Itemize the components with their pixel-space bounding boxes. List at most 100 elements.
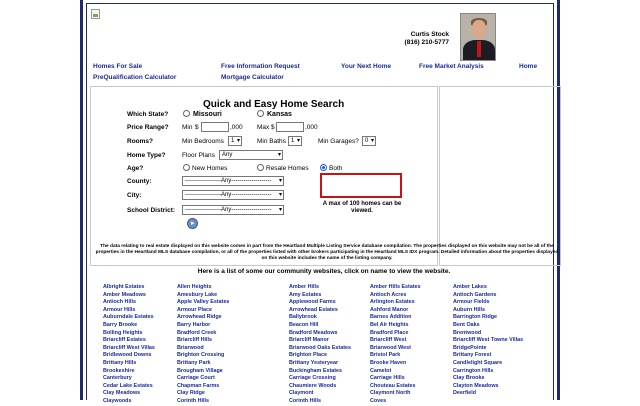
community-link[interactable]: Clay Meadows [103, 390, 155, 398]
community-link[interactable]: Cedar Lake Estates [103, 383, 155, 391]
county-select[interactable]: ------------------Any-------------------… [182, 176, 284, 186]
community-link[interactable]: Barnes Addition [370, 314, 421, 322]
nav-home[interactable]: Home [519, 63, 537, 70]
community-link[interactable]: Chaumiere Woods [289, 383, 351, 391]
min-bedrooms-select[interactable]: 1 [228, 136, 242, 146]
community-link[interactable]: Brittany Hills [103, 360, 155, 368]
community-link[interactable]: Briarwood [177, 345, 229, 353]
community-link[interactable]: Ballybrook [289, 314, 351, 322]
community-link[interactable]: Armour Fields [453, 299, 523, 307]
community-link[interactable]: Carriage Crossing [289, 375, 351, 383]
community-link[interactable]: Briarcliff West Villas [103, 345, 155, 353]
community-link[interactable]: Corinth Hills [177, 398, 229, 406]
community-link[interactable]: Clay Brooke [453, 375, 523, 383]
community-link[interactable]: Clayton Meadows [453, 383, 523, 391]
community-link[interactable]: Ashford Manor [370, 307, 421, 315]
community-link[interactable]: Corinth Hills [289, 398, 351, 406]
community-link[interactable]: Brougham Village [177, 368, 229, 376]
community-link[interactable]: Apple Valley Estates [177, 299, 229, 307]
community-link[interactable]: Allen Heights [177, 284, 229, 292]
nav-homes-for-sale[interactable]: Homes For Sale [93, 63, 142, 70]
community-link[interactable]: Chouteau Estates [370, 383, 421, 391]
community-link[interactable]: Amy Estates [289, 292, 351, 300]
community-link[interactable]: Briarcliff West [370, 337, 421, 345]
community-link[interactable]: Briarwood West [370, 345, 421, 353]
community-link[interactable]: Arrowhead Estates [289, 307, 351, 315]
community-link[interactable]: Carrington Hills [453, 368, 523, 376]
community-link[interactable]: Amber Hills [289, 284, 351, 292]
community-link[interactable]: Camelot [370, 368, 421, 376]
search-go-button[interactable] [187, 218, 198, 229]
community-link[interactable]: Albright Estates [103, 284, 155, 292]
community-link[interactable]: Briarwood Oaks Estates [289, 345, 351, 353]
community-link[interactable]: Amber Hills Estates [370, 284, 421, 292]
community-link[interactable]: Brighton Place [289, 352, 351, 360]
min-price-input[interactable] [201, 122, 229, 132]
community-link[interactable]: Brentwood [453, 330, 523, 338]
community-link[interactable]: Briarcliff Hills [177, 337, 229, 345]
community-link[interactable]: Brittany Yesteryear [289, 360, 351, 368]
school-district-select[interactable]: ------------------Any-------------------… [182, 205, 284, 215]
community-link[interactable]: Brittany Forest [453, 352, 523, 360]
community-link[interactable]: Clay Ridge [177, 390, 229, 398]
community-link[interactable]: Claymont North [370, 390, 421, 398]
community-link[interactable]: Carriage Hills [370, 375, 421, 383]
community-link[interactable]: Chapman Farms [177, 383, 229, 391]
community-link[interactable]: Arlington Estates [370, 299, 421, 307]
community-link[interactable]: Bridlewood Downs [103, 352, 155, 360]
age-resale-homes-radio[interactable] [257, 164, 264, 171]
community-link[interactable]: Briarcliff Manor [289, 337, 351, 345]
community-link[interactable]: Applewood Farms [289, 299, 351, 307]
community-link[interactable]: Claymont [289, 390, 351, 398]
community-link[interactable]: Bel Air Heights [370, 322, 421, 330]
community-link[interactable]: Bristol Park [370, 352, 421, 360]
community-link[interactable]: Armour Place [177, 307, 229, 315]
community-link[interactable]: Bradford Place [370, 330, 421, 338]
city-select[interactable]: ------------------Any-------------------… [182, 190, 284, 200]
nav-free-market-analysis[interactable]: Free Market Analysis [419, 63, 484, 70]
nav-mortgage-calculator[interactable]: Mortgage Calculator [221, 74, 284, 81]
community-link[interactable]: Antioch Hills [103, 299, 155, 307]
community-link[interactable]: Coves [370, 398, 421, 406]
community-link[interactable]: Antioch Acres [370, 292, 421, 300]
community-link[interactable]: BridgePointe [453, 345, 523, 353]
community-link[interactable]: Amesbury Lake [177, 292, 229, 300]
community-link[interactable]: Briarcliff West Towne Villas [453, 337, 523, 345]
community-link[interactable]: Briarcliff Estates [103, 337, 155, 345]
nav-free-information-request[interactable]: Free Information Request [221, 63, 300, 70]
community-link[interactable]: Barrington Ridge [453, 314, 523, 322]
community-link[interactable]: Canterbury [103, 375, 155, 383]
community-link[interactable]: Brighton Crossing [177, 352, 229, 360]
floor-plans-select[interactable]: Any [219, 150, 283, 160]
community-link[interactable]: Brittany Park [177, 360, 229, 368]
nav-your-next-home[interactable]: Your Next Home [341, 63, 391, 70]
community-link[interactable]: Bolling Heights [103, 330, 155, 338]
community-link[interactable]: Carriage Court [177, 375, 229, 383]
community-link[interactable]: Amber Meadows [103, 292, 155, 300]
community-link[interactable]: Candlelight Square [453, 360, 523, 368]
community-link[interactable]: Auburndale Estates [103, 314, 155, 322]
community-link[interactable]: Barry Harbor [177, 322, 229, 330]
age-new-homes-radio[interactable] [183, 164, 190, 171]
community-link[interactable]: Buckingham Estates [289, 368, 351, 376]
community-link[interactable]: Beacon Hill [289, 322, 351, 330]
community-link[interactable]: Amber Lakes [453, 284, 523, 292]
community-link[interactable]: Bradford Meadows [289, 330, 351, 338]
community-link[interactable]: Auburn Hills [453, 307, 523, 315]
community-link[interactable]: Barry Brooke [103, 322, 155, 330]
community-link[interactable]: Brooke Haven [370, 360, 421, 368]
community-link[interactable]: Armour Hills [103, 307, 155, 315]
state-kansas-radio[interactable] [257, 110, 264, 117]
community-link[interactable]: Bent Oaks [453, 322, 523, 330]
max-price-input[interactable] [276, 122, 304, 132]
min-baths-select[interactable]: 1 [288, 136, 302, 146]
community-link[interactable]: Antioch Gardens [453, 292, 523, 300]
community-link[interactable]: Bradford Creek [177, 330, 229, 338]
community-link[interactable]: Arrowhead Ridge [177, 314, 229, 322]
community-link[interactable]: Brookeshire [103, 368, 155, 376]
min-garages-select[interactable]: 0 [362, 136, 376, 146]
nav-prequalification-calculator[interactable]: PreQualification Calculator [93, 74, 176, 81]
age-both-radio[interactable] [320, 164, 327, 171]
community-link[interactable]: Claywoods [103, 398, 155, 406]
state-missouri-radio[interactable] [183, 110, 190, 117]
